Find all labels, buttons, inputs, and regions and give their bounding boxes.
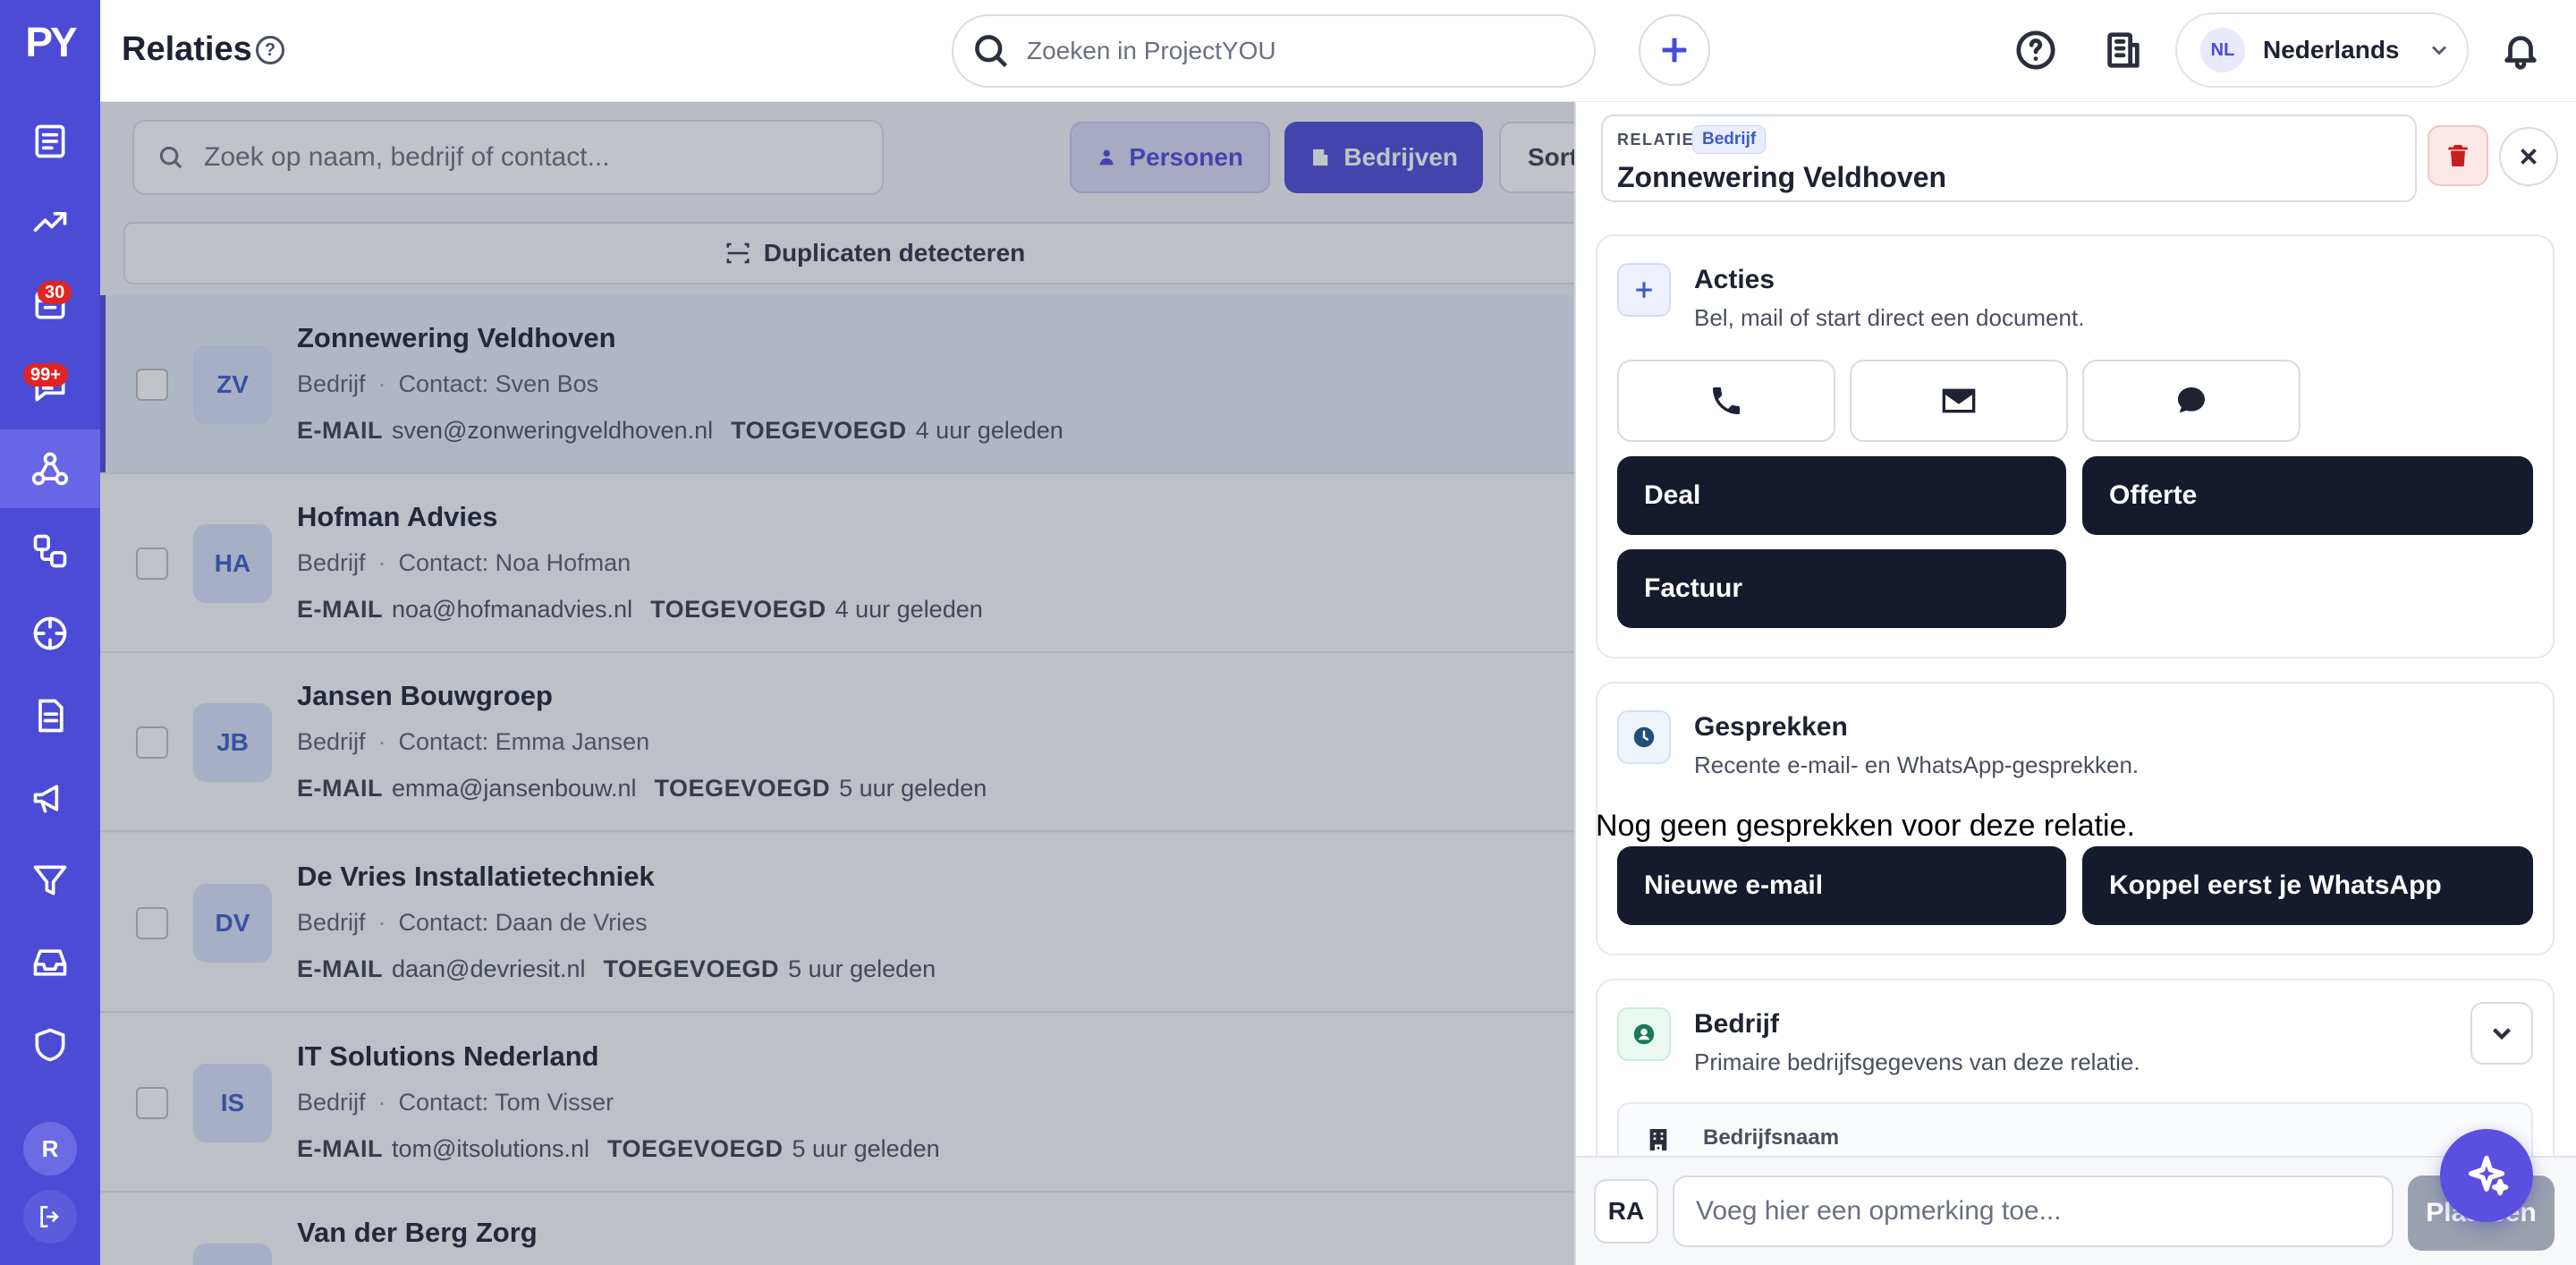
sidebar-item-tasks[interactable] (0, 102, 100, 181)
notification-badge: 30 (38, 281, 72, 304)
clock-icon (1633, 726, 1655, 748)
company-name-label: Bedrijfsnaam (1703, 1125, 1840, 1150)
conversations-subtitle: Recente e-mail- en WhatsApp-gesprekken. (1694, 751, 2140, 778)
relation-label: RELATIE (1617, 131, 1695, 149)
global-search[interactable] (952, 14, 1596, 88)
ai-assistant-button[interactable] (2440, 1129, 2533, 1222)
megaphone-icon (33, 785, 59, 813)
sidebar: PY 30 99+ R (0, 0, 100, 1265)
sidebar-item-security[interactable] (0, 1006, 100, 1084)
sparkle-icon (2468, 1155, 2509, 1196)
delete-relation-button[interactable] (2428, 125, 2488, 186)
plus-icon (1636, 282, 1652, 298)
chat-bubble-icon (2178, 387, 2205, 413)
sidebar-item-funnel[interactable] (0, 841, 100, 920)
network-icon (31, 452, 69, 486)
sidebar-item-calendar[interactable]: 30 (0, 265, 100, 344)
close-icon (2521, 149, 2537, 165)
actions-icon-box (1617, 263, 1671, 317)
new-email-button[interactable]: Nieuwe e-mail (1617, 846, 2066, 925)
chevron-down-icon (2492, 1028, 2512, 1040)
language-selector[interactable]: NL Nederlands (2175, 13, 2469, 88)
company-switch-button[interactable] (2102, 29, 2145, 72)
flow-icon (33, 534, 67, 568)
document-icon (38, 699, 64, 733)
close-panel-button[interactable] (2499, 127, 2558, 186)
shield-icon (35, 1028, 65, 1062)
app-logo[interactable]: PY (0, 18, 100, 66)
building-icon (2107, 32, 2140, 68)
sidebar-item-targets[interactable] (0, 594, 100, 673)
modal-overlay[interactable] (100, 102, 1574, 1265)
building-icon (1649, 1129, 1667, 1152)
trash-icon (2448, 145, 2468, 166)
company-icon-box (1617, 1007, 1671, 1061)
logout-icon (40, 1206, 59, 1227)
actions-title: Acties (1694, 265, 1775, 294)
conversations-empty-text: Nog geen gesprekken voor deze relatie. (1596, 809, 2135, 843)
global-search-input[interactable] (1027, 37, 1563, 65)
relation-title[interactable]: Zonnewering Veldhoven (1617, 161, 1946, 194)
help-button[interactable] (2014, 29, 2057, 72)
comment-input[interactable] (1673, 1176, 2394, 1247)
sidebar-item-relations[interactable] (0, 429, 100, 508)
offerte-button[interactable]: Offerte (2082, 456, 2533, 535)
chat-button[interactable] (2082, 360, 2301, 442)
logout-button[interactable] (23, 1190, 77, 1244)
notifications-button[interactable] (2499, 29, 2542, 72)
filter-icon (33, 865, 67, 896)
company-subtitle: Primaire bedrijfsgegevens van deze relat… (1694, 1049, 2140, 1075)
inbox-icon (33, 949, 67, 976)
trending-up-icon (33, 212, 67, 232)
relation-type-chip: Bedrijf (1692, 125, 1767, 154)
language-code: NL (2200, 28, 2245, 72)
sidebar-item-documents[interactable] (0, 676, 100, 755)
user-avatar[interactable]: R (23, 1122, 77, 1176)
messages-badge: 99+ (23, 363, 68, 386)
bell-icon (2504, 36, 2537, 70)
deal-button[interactable]: Deal (1617, 456, 2066, 535)
user-circle-icon (1633, 1023, 1655, 1045)
conversations-icon-box (1617, 710, 1671, 764)
sidebar-item-inbox[interactable] (0, 923, 100, 1002)
actions-subtitle: Bel, mail of start direct een document. (1694, 304, 2085, 331)
commenter-avatar: RA (1594, 1179, 1658, 1244)
call-button[interactable] (1617, 360, 1835, 442)
factuur-button[interactable]: Factuur (1617, 549, 2066, 628)
search-icon (975, 35, 1008, 68)
relation-header: RELATIE Bedrijf Zonnewering Veldhoven (1601, 115, 2417, 202)
quick-add-button[interactable] (1639, 14, 1710, 86)
sidebar-item-trends[interactable] (0, 183, 100, 261)
page-help-icon[interactable]: ? (256, 36, 284, 64)
crosshair-icon (33, 616, 67, 650)
chevron-down-icon (2431, 46, 2446, 55)
plus-icon (1662, 38, 1687, 63)
company-title: Bedrijf (1694, 1009, 1780, 1039)
conversations-title: Gesprekken (1694, 712, 1848, 742)
collapse-company-button[interactable] (2470, 1002, 2533, 1065)
language-name: Nederlands (2263, 36, 2400, 64)
phone-icon (1713, 387, 1740, 414)
email-button[interactable] (1850, 360, 2068, 442)
connect-whatsapp-button[interactable]: Koppel eerst je WhatsApp (2082, 846, 2533, 925)
sidebar-item-workflows[interactable] (0, 512, 100, 590)
page-title: Relaties (122, 30, 252, 68)
help-circle-icon (2016, 30, 2055, 70)
sidebar-item-messages[interactable]: 99+ (0, 347, 100, 426)
sidebar-item-marketing[interactable] (0, 759, 100, 837)
mail-icon (1942, 388, 1976, 413)
checklist-icon (35, 124, 65, 158)
